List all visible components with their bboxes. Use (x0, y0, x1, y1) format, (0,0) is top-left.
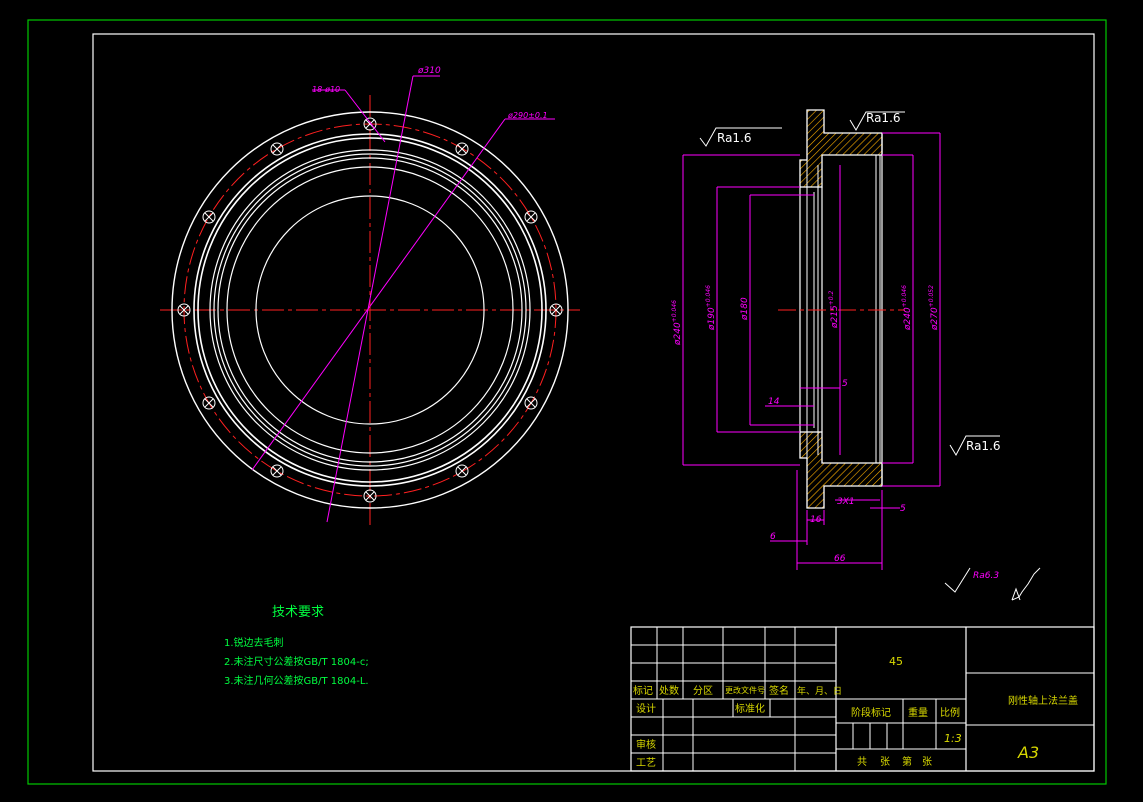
dim-5-lower: 5 (900, 504, 906, 514)
tb-col-signature: 签名 (769, 684, 789, 697)
tb-stage-mark: 阶段标记 (851, 706, 891, 719)
tb-col-mark: 标记 (633, 685, 653, 697)
bolt-hole (202, 210, 216, 224)
bolt-hole (270, 464, 284, 478)
dim-14: 14 (768, 397, 780, 407)
tech-item: 1.锐边去毛刺 (224, 636, 284, 649)
dim-d270: ø270+0.052 (928, 285, 940, 331)
section-view: Ra1.6 Ra1.6 Ra1.6 Ra6.3 ø240+0.046 ø190+… (671, 109, 1041, 601)
tb-ratio: 比例 (940, 706, 960, 719)
dim-d310: ø310 (417, 66, 441, 76)
tb-material: 45 (889, 655, 903, 668)
tech-item: 2.未注尺寸公差按GB/T 1804-c; (224, 655, 369, 668)
tech-item: 3.未注几何公差按GB/T 1804-L. (224, 674, 369, 687)
bolt-hole (455, 464, 469, 478)
tb-sheets-unit1: 张 (880, 756, 890, 768)
tb-sheets-unit2: 张 (922, 756, 932, 768)
bolt-hole (202, 396, 216, 410)
tb-col-change-doc: 更改文件号 (725, 685, 765, 695)
dim-d190: ø190+0.046 (705, 285, 717, 331)
tb-col-count: 处数 (659, 684, 679, 697)
tech-requirements: 技术要求 1.锐边去毛刺 2.未注尺寸公差按GB/T 1804-c; 3.未注几… (224, 605, 369, 687)
outer-border (27, 19, 1107, 785)
bolt-hole (455, 142, 469, 156)
tb-row-review: 审核 (636, 738, 656, 751)
tb-sheet-size: A3 (1017, 743, 1039, 762)
general-roughness: Ra6.3 (973, 571, 999, 581)
cad-drawing: ø310 18-ø10 ø290±0.1 Ra1.6 Ra1.6 Ra1.6 R… (27, 19, 1107, 785)
tb-col-zone: 分区 (693, 685, 713, 697)
tb-col-date: 年、月、日 (797, 685, 842, 697)
dim-bolt-circle: ø290±0.1 (507, 111, 548, 120)
dim-d180: ø180 (740, 297, 750, 321)
tb-part-name: 刚性轴上法兰盖 (1008, 694, 1078, 707)
tb-scale: 1:3 (944, 732, 962, 745)
bolt-hole (524, 396, 538, 410)
roughness-top-left: Ra1.6 (717, 131, 752, 145)
dim-3x1: 3X1 (837, 497, 855, 507)
tb-row-design: 设计 (636, 702, 656, 715)
dim-d240-right: ø240+0.046 (901, 285, 913, 331)
dim-holes: 18-ø10 (312, 85, 340, 94)
tb-row-process: 工艺 (636, 757, 656, 769)
tb-weight: 重量 (908, 706, 928, 719)
dim-16: 16 (810, 515, 822, 525)
bolt-hole (524, 210, 538, 224)
tb-row-standardize: 标准化 (735, 702, 765, 715)
bolt-hole (270, 142, 284, 156)
front-view: ø310 18-ø10 ø290±0.1 (160, 66, 580, 525)
tb-sheets-total: 共 (857, 756, 867, 768)
dim-5-upper: 5 (842, 379, 848, 389)
dim-d215: ø215+0.2 (828, 291, 840, 329)
tb-sheets-nth: 第 (902, 755, 912, 768)
roughness-right: Ra1.6 (966, 439, 1001, 453)
roughness-top-right: Ra1.6 (866, 111, 901, 125)
dim-66: 66 (834, 554, 846, 564)
tech-title: 技术要求 (272, 605, 324, 620)
dim-6: 6 (770, 532, 776, 542)
dim-d240-left: ø240+0.046 (671, 300, 683, 346)
